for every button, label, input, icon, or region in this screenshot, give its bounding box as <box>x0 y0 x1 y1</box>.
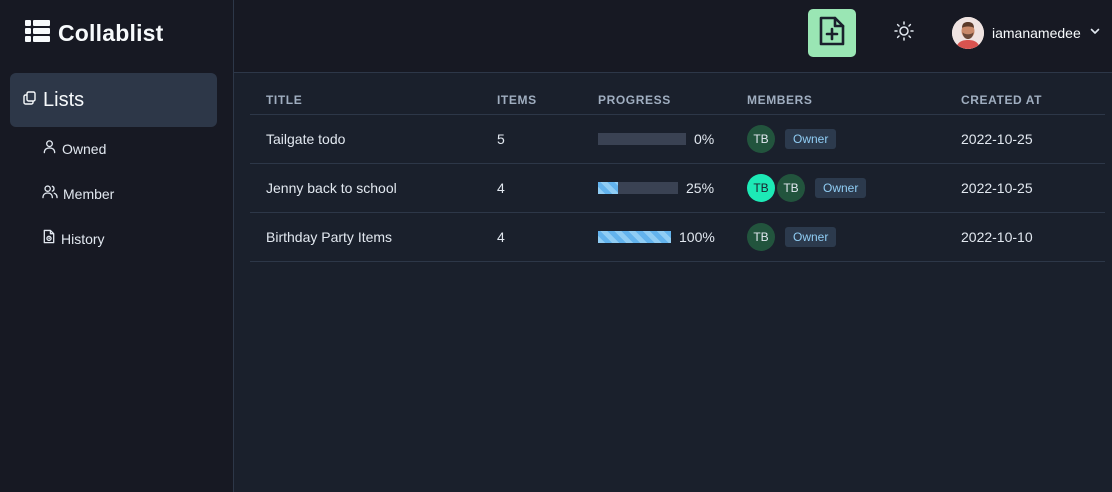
chevron-down-icon <box>1089 24 1101 42</box>
member-avatar[interactable]: TB <box>777 173 805 202</box>
member-avatar[interactable]: TB <box>747 173 775 202</box>
username: iamanamedee <box>992 25 1081 41</box>
users-icon <box>42 184 58 204</box>
user-menu[interactable]: iamanamedee <box>952 16 1101 50</box>
progress-bar <box>598 181 678 194</box>
file-plus-icon <box>818 16 846 51</box>
role-badge: Owner <box>785 226 837 247</box>
item-count: 4 <box>481 212 582 262</box>
progress-percent: 0% <box>694 130 715 147</box>
role-badge: Owner <box>785 128 837 149</box>
lists-table: Title Items Progress Members Created At … <box>250 86 1105 262</box>
progress-percent: 100% <box>679 228 715 245</box>
list-title[interactable]: Tailgate todo <box>250 114 481 164</box>
members-cell: TB Owner <box>731 114 945 164</box>
list-title[interactable]: Jenny back to school <box>250 163 481 213</box>
column-header-title[interactable]: Title <box>250 86 481 115</box>
progress-bar <box>598 230 671 243</box>
sidebar-item-label: History <box>61 231 105 247</box>
user-icon <box>42 139 57 159</box>
new-list-button[interactable] <box>808 9 856 57</box>
column-header-members[interactable]: Members <box>731 86 945 115</box>
created-date: 2022-10-10 <box>945 212 1105 262</box>
progress-bar <box>598 132 686 145</box>
sidebar-item-label: Member <box>63 186 115 202</box>
progress-cell: 0% <box>582 114 731 164</box>
members-cell: TB Owner <box>731 212 945 262</box>
column-header-created-at[interactable]: Created At <box>945 86 1105 115</box>
members-cell: TB TB Owner <box>731 163 945 213</box>
created-date: 2022-10-25 <box>945 114 1105 164</box>
theme-toggle-button[interactable] <box>890 19 918 47</box>
progress-cell: 100% <box>582 212 731 262</box>
sun-icon <box>894 20 914 46</box>
app-title: Collablist <box>58 19 164 46</box>
member-avatar[interactable]: TB <box>747 222 775 251</box>
role-badge: Owner <box>815 177 867 198</box>
member-avatar[interactable]: TB <box>747 124 775 153</box>
list-title[interactable]: Birthday Party Items <box>250 212 481 262</box>
item-count: 5 <box>481 114 582 164</box>
progress-bar-fill <box>598 230 671 243</box>
table-header-row: Title Items Progress Members Created At <box>250 86 1105 115</box>
created-date: 2022-10-25 <box>945 163 1105 213</box>
table-row[interactable]: Tailgate todo 5 0% TB Owner 2022-10-25 <box>250 114 1105 164</box>
table-row[interactable]: Jenny back to school 4 25% TB TB Owner 2… <box>250 163 1105 213</box>
sidebar-item-label: Lists <box>43 88 85 111</box>
copy-icon <box>23 90 37 110</box>
sidebar-item-label: Owned <box>62 141 107 157</box>
item-count: 4 <box>481 163 582 213</box>
progress-cell: 25% <box>582 163 731 213</box>
history-file-icon <box>42 229 56 249</box>
sidebar-item-member[interactable]: Member <box>42 183 114 205</box>
column-header-items[interactable]: Items <box>481 86 582 115</box>
top-bar: iamanamedee <box>234 0 1112 73</box>
progress-bar-fill <box>598 181 618 194</box>
table-row[interactable]: Birthday Party Items 4 100% TB Owner 202… <box>250 212 1105 262</box>
column-header-progress[interactable]: Progress <box>582 86 731 115</box>
avatar <box>952 17 984 49</box>
sidebar-item-history[interactable]: History <box>42 228 105 250</box>
list-table-icon <box>25 19 50 47</box>
sidebar-item-owned[interactable]: Owned <box>42 138 106 160</box>
progress-percent: 25% <box>686 179 715 196</box>
sidebar: Collablist Lists Owned Member History <box>0 0 234 492</box>
brand[interactable]: Collablist <box>25 18 164 48</box>
sidebar-item-lists[interactable]: Lists <box>10 73 217 127</box>
